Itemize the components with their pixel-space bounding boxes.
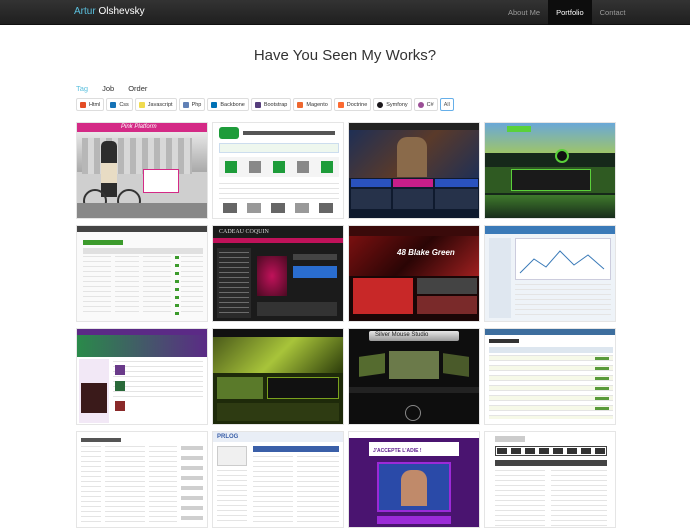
page-title: Have You Seen My Works? [253, 47, 437, 64]
filter-label: Css [119, 101, 129, 108]
filter-bootstrap[interactable]: Bootstrap [250, 98, 292, 111]
filter-doctrine[interactable]: Doctrine [333, 98, 372, 111]
filter-magento[interactable]: Magento [293, 98, 332, 111]
doctrine-icon [337, 101, 344, 108]
filter-label: Symfony [386, 101, 408, 108]
portfolio-thumb[interactable] [76, 431, 208, 528]
portfolio-thumb[interactable]: Silver Mouse Studio [348, 328, 480, 425]
filter-label: Backbone [220, 101, 245, 108]
portfolio-thumb[interactable]: J'ACCEPTE L'ADIE ! [348, 431, 480, 528]
html5-icon [80, 101, 86, 108]
thumb-title: Silver Mouse Studio [375, 332, 429, 338]
tag-filters: Html Css Javascript Php Backbone Bootstr… [76, 98, 454, 111]
filter-backbone[interactable]: Backbone [207, 98, 249, 111]
portfolio-thumb[interactable]: Pink Platform [76, 122, 208, 219]
portfolio-thumb[interactable] [484, 328, 616, 425]
nav-link-about[interactable]: About Me [500, 0, 548, 25]
portfolio-thumb[interactable] [484, 431, 616, 528]
sort-tabs: Tag Job Order [76, 84, 161, 93]
symfony-icon [377, 101, 384, 108]
csharp-icon [417, 101, 424, 108]
portfolio-thumb[interactable] [76, 328, 208, 425]
portfolio-thumb[interactable] [212, 328, 344, 425]
thumb-title: Pink Platform [121, 124, 157, 130]
brand-first-name: Artur [74, 6, 96, 17]
portfolio-thumb[interactable] [484, 122, 616, 219]
php-icon [182, 101, 189, 108]
thumb-title: PRLOG [217, 434, 239, 440]
nav-link-contact[interactable]: Contact [592, 0, 634, 25]
top-navbar: Artur Olshevsky About Me Portfolio Conta… [0, 0, 690, 25]
filter-label: Doctrine [346, 101, 368, 108]
css3-icon [110, 101, 117, 108]
filter-html[interactable]: Html [76, 98, 105, 111]
tab-order[interactable]: Order [128, 84, 147, 93]
filter-all[interactable]: All [439, 98, 454, 111]
brand-last-name: Olshevsky [98, 6, 145, 17]
filter-label: C# [426, 101, 434, 108]
tab-tag[interactable]: Tag [76, 84, 88, 93]
portfolio-grid: Pink Platform CADEAU COQUIN 48 Blake Gre… [76, 122, 616, 528]
portfolio-thumb[interactable] [212, 122, 344, 219]
filter-javascript[interactable]: Javascript [134, 98, 177, 111]
portfolio-thumb[interactable]: CADEAU COQUIN [212, 225, 344, 322]
tab-job[interactable]: Job [102, 84, 114, 93]
portfolio-thumb[interactable]: 48 Blake Green [348, 225, 480, 322]
portfolio-thumb[interactable]: PRLOG [212, 431, 344, 528]
filter-php[interactable]: Php [178, 98, 206, 111]
thumb-title: 48 Blake Green [397, 248, 455, 257]
filter-label: Html [89, 101, 101, 108]
portfolio-thumb[interactable] [76, 225, 208, 322]
filter-label: Php [191, 101, 202, 108]
portfolio-thumb[interactable] [348, 122, 480, 219]
backbone-icon [211, 101, 218, 108]
js-icon [138, 101, 145, 108]
nav-link-portfolio[interactable]: Portfolio [548, 0, 592, 25]
thumb-title: J'ACCEPTE L'ADIE ! [373, 448, 422, 454]
filter-label: Magento [306, 101, 328, 108]
thumb-title: CADEAU COQUIN [219, 229, 269, 235]
brand-logo[interactable]: Artur Olshevsky [74, 6, 145, 17]
line-chart-thumbnail [519, 250, 605, 274]
filter-csharp[interactable]: C# [413, 98, 438, 111]
portfolio-thumb[interactable] [484, 225, 616, 322]
nav-links: About Me Portfolio Contact [500, 0, 633, 25]
bootstrap-icon [254, 101, 261, 108]
filter-label: Bootstrap [263, 101, 288, 108]
filter-css[interactable]: Css [106, 98, 133, 111]
filter-label: Javascript [147, 101, 173, 108]
magento-icon [297, 101, 304, 108]
filter-label: All [443, 101, 450, 108]
filter-symfony[interactable]: Symfony [373, 98, 412, 111]
